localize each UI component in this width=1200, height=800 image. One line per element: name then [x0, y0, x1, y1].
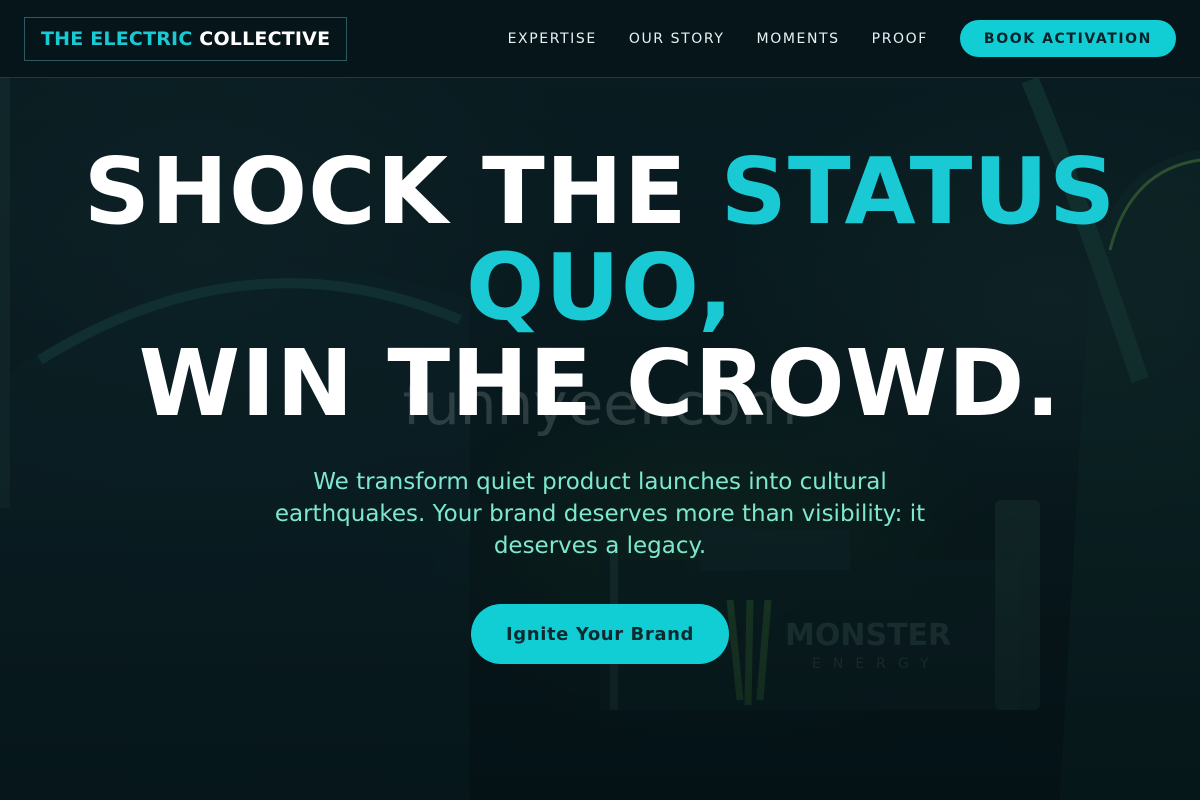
brand-name-accent: THE ELECTRIC [41, 27, 193, 50]
book-activation-button[interactable]: BOOK ACTIVATION [959, 20, 1176, 57]
brand-logo[interactable]: THE ELECTRIC COLLECTIVE [24, 16, 348, 61]
hero-headline: SHOCK THE STATUS QUO, WIN THE CROWD. [0, 144, 1200, 432]
hero-subtitle: We transform quiet product launches into… [274, 469, 926, 559]
hero-section: SHOCK THE STATUS QUO, WIN THE CROWD. We … [0, 78, 1200, 800]
nav-item-our-story[interactable]: OUR STORY [629, 31, 725, 47]
brand-name-main: COLLECTIVE [199, 27, 331, 50]
nav-item-moments[interactable]: MOMENTS [757, 31, 840, 47]
nav-item-proof[interactable]: PROOF [872, 31, 928, 47]
nav-item-expertise[interactable]: EXPERTISE [508, 31, 597, 47]
site-header: THE ELECTRIC COLLECTIVE EXPERTISE OUR ST… [0, 0, 1200, 78]
ignite-brand-button[interactable]: Ignite Your Brand [471, 604, 729, 664]
headline-part2: WIN THE CROWD. [138, 330, 1062, 437]
headline-part1: SHOCK THE [83, 138, 721, 245]
main-nav: EXPERTISE OUR STORY MOMENTS PROOF BOOK A… [508, 20, 1176, 57]
